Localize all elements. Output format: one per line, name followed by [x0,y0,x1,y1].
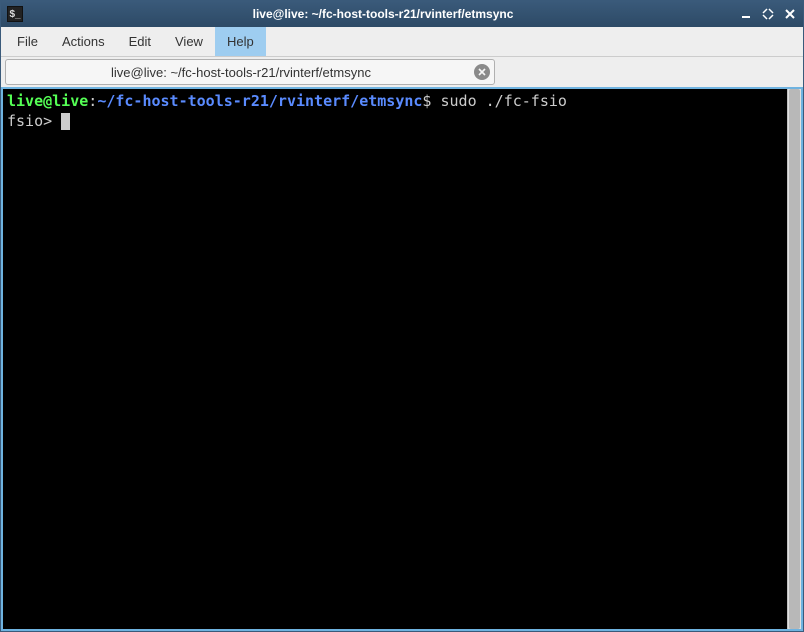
minimize-icon [741,9,751,19]
close-icon [478,68,486,76]
maximize-icon [762,8,774,20]
menu-file[interactable]: File [5,27,50,56]
scrollbar[interactable] [787,89,801,629]
command-text: sudo ./fc-fsio [440,92,566,110]
terminal-viewport[interactable]: live@live:~/fc-host-tools-r21/rvinterf/e… [3,89,787,629]
window-controls [739,7,797,21]
menu-view[interactable]: View [163,27,215,56]
prompt-separator: : [88,92,97,110]
close-icon [785,9,795,19]
tab-close-button[interactable] [474,64,490,80]
prompt-path: ~/fc-host-tools-r21/rvinterf/etmsync [97,92,422,110]
menubar: File Actions Edit View Help [1,27,803,57]
menu-actions[interactable]: Actions [50,27,117,56]
prompt-end: $ [422,92,440,110]
prompt-user: live@live [7,92,88,110]
terminal-app-icon: $_ [7,6,23,22]
app-window: $_ live@live: ~/fc-host-tools-r21/rvinte… [0,0,804,632]
output-line: fsio> [7,112,61,130]
tab-label: live@live: ~/fc-host-tools-r21/rvinterf/… [16,65,466,80]
maximize-button[interactable] [761,7,775,21]
close-button[interactable] [783,7,797,21]
menu-help[interactable]: Help [215,27,266,56]
terminal-frame: live@live:~/fc-host-tools-r21/rvinterf/e… [1,87,803,631]
menu-edit[interactable]: Edit [117,27,163,56]
titlebar[interactable]: $_ live@live: ~/fc-host-tools-r21/rvinte… [1,1,803,27]
cursor [61,113,70,130]
minimize-button[interactable] [739,7,753,21]
window-title: live@live: ~/fc-host-tools-r21/rvinterf/… [27,7,739,21]
tabbar: live@live: ~/fc-host-tools-r21/rvinterf/… [1,57,803,87]
scrollbar-thumb[interactable] [789,89,800,629]
terminal-tab[interactable]: live@live: ~/fc-host-tools-r21/rvinterf/… [5,59,495,85]
